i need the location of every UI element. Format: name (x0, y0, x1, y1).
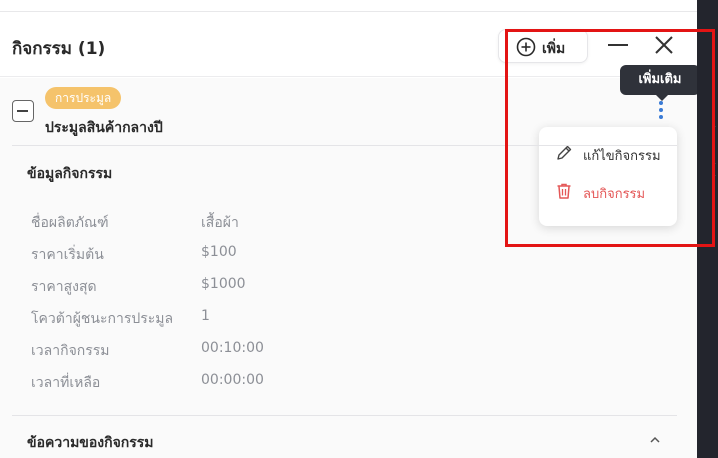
info-value: 1 (201, 308, 210, 324)
info-row: เวลาที่เหลือ 00:00:00 (31, 372, 331, 392)
info-value: $1000 (201, 276, 246, 292)
close-button[interactable] (652, 34, 676, 58)
info-label: ราคาสูงสุด (31, 279, 97, 295)
delete-activity-menu-item[interactable]: ลบกิจกรรม (539, 183, 677, 220)
info-row: ราคาเริ่มต้น $100 (31, 244, 331, 264)
edit-activity-label: แก้ไขกิจกรรม (583, 149, 661, 164)
more-options-button[interactable] (654, 100, 668, 120)
info-label: เวลาที่เหลือ (31, 375, 101, 391)
info-row: ราคาสูงสุด $1000 (31, 276, 331, 296)
info-label: เวลากิจกรรม (31, 343, 110, 359)
messages-collapse-toggle[interactable] (648, 432, 662, 446)
activity-name: ประมูลสินค้ากลางปี (45, 120, 163, 136)
edit-activity-menu-item[interactable]: แก้ไขกิจกรรม (539, 136, 677, 172)
more-dot (659, 115, 663, 119)
activity-type-badge: การประมูล (45, 87, 122, 109)
info-label: ราคาเริ่มต้น (31, 247, 104, 263)
activity-panel: กิจกรรม (1) เพิ่ม การประมูล ประมูลสินค้า… (0, 0, 700, 458)
tooltip-arrow (656, 95, 668, 101)
info-value: เสื้อผ้า (201, 215, 239, 231)
top-strip (0, 0, 697, 12)
more-dot (659, 108, 663, 112)
close-icon (655, 36, 673, 54)
info-row: โควต้าผู้ชนะการประมูล 1 (31, 308, 331, 328)
divider (12, 145, 677, 146)
add-activity-button[interactable]: เพิ่ม (498, 29, 588, 63)
activity-messages-title: ข้อความของกิจกรรม (27, 435, 154, 451)
minimize-button[interactable] (606, 35, 630, 59)
info-label: ชื่อผลิตภัณฑ์ (31, 215, 109, 231)
collapse-toggle-button[interactable] (12, 100, 34, 122)
info-label: โควต้าผู้ชนะการประมูล (31, 311, 174, 327)
info-value: $100 (201, 244, 237, 260)
pencil-icon (557, 145, 572, 160)
info-value: 00:10:00 (201, 340, 264, 356)
info-row: ชื่อผลิตภัณฑ์ เสื้อผ้า (31, 212, 331, 232)
page-title: กิจกรรม (1) (12, 39, 106, 59)
add-button-label: เพิ่ม (542, 41, 566, 57)
background-text-fragment: ` (711, 124, 718, 140)
tooltip-label: เพิ่มเติม (638, 72, 682, 87)
activity-info-title: ข้อมูลกิจกรรม (27, 166, 113, 182)
divider (12, 415, 677, 416)
trash-icon (557, 183, 571, 199)
background-text-fragment: ( (711, 162, 717, 178)
chevron-up-icon (650, 436, 660, 443)
minus-icon (17, 110, 28, 112)
info-value: 00:00:00 (201, 372, 264, 388)
plus-circle-icon (516, 37, 536, 57)
more-tooltip: เพิ่มเติม (620, 65, 700, 101)
panel-header: กิจกรรม (1) เพิ่ม (0, 13, 697, 77)
info-row: เวลากิจกรรม 00:10:00 (31, 340, 331, 360)
minimize-icon (608, 44, 628, 46)
more-vertical-icon (659, 101, 663, 105)
background-app-area: ` ( (697, 0, 718, 458)
activity-options-menu: แก้ไขกิจกรรม ลบกิจกรรม (539, 127, 677, 226)
delete-activity-label: ลบกิจกรรม (583, 187, 646, 202)
